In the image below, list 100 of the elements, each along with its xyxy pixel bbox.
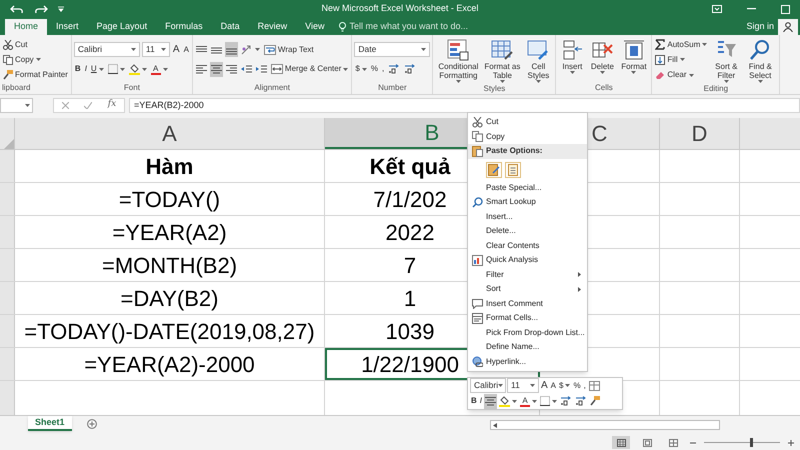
- font-size-field[interactable]: 11: [142, 42, 170, 58]
- sheet-tab[interactable]: Sheet1: [28, 416, 72, 431]
- font-color-button[interactable]: A: [150, 62, 169, 77]
- menu-item[interactable]: Quick Analysis: [468, 253, 587, 268]
- caret-icon: [343, 68, 348, 71]
- slider-thumb[interactable]: [750, 438, 753, 447]
- cell-styles-button[interactable]: Cell Styles: [523, 37, 554, 83]
- insert-button[interactable]: Insert: [558, 37, 586, 82]
- ribbon-tab[interactable]: Insert: [47, 19, 88, 35]
- undo-icon: [10, 4, 24, 14]
- globe-link-icon: [472, 356, 482, 368]
- menu-item[interactable]: Format Cells...: [468, 311, 587, 326]
- find-select-button[interactable]: Find & Select: [743, 37, 778, 83]
- formula-field[interactable]: =YEAR(B2)-2000: [129, 98, 800, 112]
- font-color-button[interactable]: A: [519, 394, 538, 409]
- center-button[interactable]: [484, 394, 498, 409]
- percent-button[interactable]: %: [572, 378, 582, 394]
- add-sheet-icon: [86, 419, 97, 429]
- merge-center-button[interactable]: Merge & Center: [270, 62, 350, 77]
- currency-button[interactable]: $: [354, 62, 368, 77]
- insert-function-button[interactable]: fx: [108, 98, 116, 112]
- format-painter-button[interactable]: Format Painter: [2, 67, 69, 82]
- format-table-button[interactable]: [588, 378, 601, 394]
- underline-button[interactable]: U: [90, 62, 105, 77]
- paste-button[interactable]: [486, 162, 502, 178]
- menu-item[interactable]: Delete...: [468, 224, 587, 238]
- menu-item[interactable]: Insert...: [468, 210, 587, 224]
- italic-button[interactable]: I: [478, 394, 484, 409]
- caret-icon: [530, 384, 535, 388]
- autosum-button[interactable]: AutoSum: [654, 37, 708, 52]
- delete-button[interactable]: Delete: [587, 37, 618, 82]
- sort-filter-button[interactable]: Sort & Filter: [710, 37, 742, 83]
- menu-item[interactable]: Insert Comment: [468, 296, 587, 311]
- shrink-font-button[interactable]: A: [182, 42, 190, 58]
- caret-icon: [552, 400, 558, 403]
- ribbon-tab[interactable]: Home: [5, 19, 48, 35]
- caret-icon: [500, 80, 505, 83]
- ribbon-tab[interactable]: Page Layout: [88, 19, 156, 35]
- paint-bucket-icon: [128, 64, 140, 75]
- page-layout-icon: [642, 438, 652, 446]
- horizontal-scrollbar[interactable]: [490, 420, 720, 430]
- indent-icon: [240, 64, 252, 74]
- view-button[interactable]: [612, 436, 630, 449]
- format-button[interactable]: Format: [618, 37, 650, 82]
- table-cell-text: =MONTH(B2): [102, 252, 238, 280]
- wrap-text-button[interactable]: Wrap Text: [262, 42, 315, 58]
- paste-values-button[interactable]: [505, 162, 521, 178]
- fill-down-icon: [655, 54, 666, 65]
- fill-color-button[interactable]: [498, 394, 518, 409]
- sign-in-link[interactable]: Sign in: [742, 19, 778, 35]
- format-table-button[interactable]: Format as Table: [482, 37, 522, 83]
- comma-button[interactable]: ,: [582, 378, 587, 394]
- bottom-align-button[interactable]: [224, 42, 238, 58]
- zoom-slider[interactable]: [704, 438, 780, 447]
- borders-button[interactable]: [106, 62, 126, 77]
- ribbon-tab[interactable]: Data: [212, 19, 249, 35]
- bold-button[interactable]: B: [470, 394, 478, 409]
- grow-font-button[interactable]: A: [540, 378, 549, 394]
- borders-button[interactable]: [539, 394, 558, 409]
- ribbon-tab[interactable]: Formulas: [156, 19, 212, 35]
- clipboard-brush-icon: [488, 163, 500, 176]
- menu-item[interactable]: Sort: [468, 282, 587, 296]
- search-icon: [472, 196, 482, 208]
- ribbon-tab[interactable]: Review: [248, 19, 296, 35]
- currency-button[interactable]: $: [558, 378, 572, 394]
- conditional-formatting-button[interactable]: Conditional Formatting: [435, 37, 482, 83]
- percent-button[interactable]: %: [370, 62, 379, 77]
- fill-button[interactable]: Fill: [654, 52, 686, 68]
- zoom-in-icon: [788, 440, 794, 446]
- format-cells-icon: [472, 312, 482, 324]
- menu-item[interactable]: Hyperlink...: [468, 354, 587, 369]
- borders-icon: [540, 396, 550, 406]
- caret-icon: [758, 80, 763, 83]
- ribbon-tab[interactable]: View: [296, 19, 334, 35]
- clear-button[interactable]: Clear: [654, 68, 695, 83]
- font-name-field[interactable]: Calibri: [470, 378, 506, 394]
- number-format-field[interactable]: Date: [354, 42, 430, 58]
- bold-button[interactable]: B: [74, 62, 82, 77]
- copy-button[interactable]: Copy: [2, 52, 42, 67]
- menu-item[interactable]: Pick From Drop-down List...: [468, 326, 587, 340]
- menu-item[interactable]: Paste Special...: [468, 180, 587, 195]
- menu-item[interactable]: Define Name...: [468, 340, 587, 354]
- font-size-field[interactable]: 11: [507, 378, 539, 394]
- submenu-arrow-icon: [578, 272, 581, 278]
- comma-button[interactable]: ,: [380, 62, 386, 77]
- merge-cells-icon: [270, 64, 283, 74]
- tell-me-field[interactable]: Tell me what you want to do...: [339, 19, 490, 35]
- menu-item[interactable]: Smart Lookup: [468, 195, 587, 210]
- menu-item[interactable]: Filter: [468, 268, 587, 282]
- caret-icon: [570, 71, 575, 74]
- font-name-field[interactable]: Calibri: [74, 42, 140, 58]
- menu-item[interactable]: Clear Contents: [468, 238, 587, 253]
- fill-color-button[interactable]: [128, 62, 148, 77]
- shrink-font-button[interactable]: A: [550, 378, 558, 394]
- grow-font-button[interactable]: A: [172, 42, 181, 58]
- center-button[interactable]: [210, 62, 223, 77]
- italic-button[interactable]: I: [84, 62, 88, 77]
- cut-button[interactable]: Cut: [2, 37, 28, 52]
- column-header[interactable]: D: [660, 118, 740, 149]
- redo-icon: [34, 4, 48, 14]
